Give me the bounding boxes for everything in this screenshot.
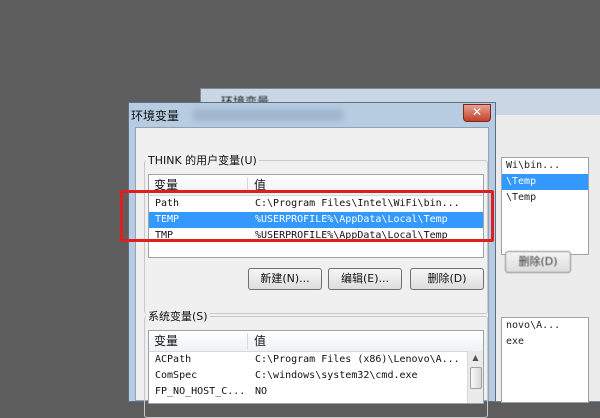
list-header: 变量 值 [149, 331, 483, 352]
column-header-variable[interactable]: 变量 [149, 331, 178, 351]
column-divider[interactable] [247, 333, 248, 349]
variable-value: C:\Program Files (x86)\Lenovo\A... [255, 354, 460, 365]
column-header-value[interactable]: 值 [249, 331, 266, 351]
blurred-title-region [193, 109, 343, 121]
edit-user-variable-button[interactable]: 编辑(E)... [328, 268, 402, 290]
background-list-item: \Temp [502, 174, 588, 190]
close-icon: ✕ [471, 105, 483, 119]
background-list-item: Wi\bin... [506, 160, 561, 171]
system-variables-label: 系统变量(S) [146, 308, 210, 324]
system-variables-list[interactable]: 变量 值 ACPath C:\Program Files (x86)\Lenov… [148, 330, 484, 404]
user-variables-label: THINK 的用户变量(U) [146, 152, 259, 168]
red-highlight-box [120, 190, 494, 242]
system-variable-row-fp-no-host[interactable]: FP_NO_HOST_C... NO [149, 384, 483, 400]
title-bar[interactable]: 环境变量 ✕ [129, 103, 495, 127]
system-variable-row-comspec[interactable]: ComSpec C:\windows\system32\cmd.exe [149, 368, 483, 384]
background-user-list: Wi\bin... \Temp \Temp [501, 157, 589, 255]
system-variable-row-acpath[interactable]: ACPath C:\Program Files (x86)\Lenovo\A..… [149, 352, 483, 368]
background-system-list: novo\A... exe [501, 317, 589, 403]
scroll-thumb[interactable] [470, 367, 482, 389]
environment-variables-dialog: 环境变量 ✕ THINK 的用户变量(U) 变量 值 Path C:\Progr… [128, 102, 496, 418]
background-delete-button: 删除(D) [505, 251, 571, 273]
background-list-item: \Temp [506, 192, 537, 203]
variable-name: ACPath [155, 354, 192, 365]
variable-value: NO [255, 386, 268, 397]
system-list-scrollbar[interactable]: ▲ [467, 351, 483, 403]
background-list-item: novo\A... [506, 320, 561, 331]
close-button[interactable]: ✕ [463, 104, 491, 122]
variable-name: FP_NO_HOST_C... [155, 386, 246, 397]
delete-user-variable-button[interactable]: 删除(D) [410, 268, 484, 290]
new-user-variable-button[interactable]: 新建(N)... [248, 268, 322, 290]
dialog-client-area: THINK 的用户变量(U) 变量 值 Path C:\Program File… [135, 127, 489, 418]
variable-name: ComSpec [155, 370, 198, 381]
background-list-item: exe [506, 336, 525, 347]
variable-value: C:\windows\system32\cmd.exe [255, 370, 418, 381]
scroll-up-icon[interactable]: ▲ [468, 351, 483, 365]
dialog-title: 环境变量 [131, 109, 180, 123]
